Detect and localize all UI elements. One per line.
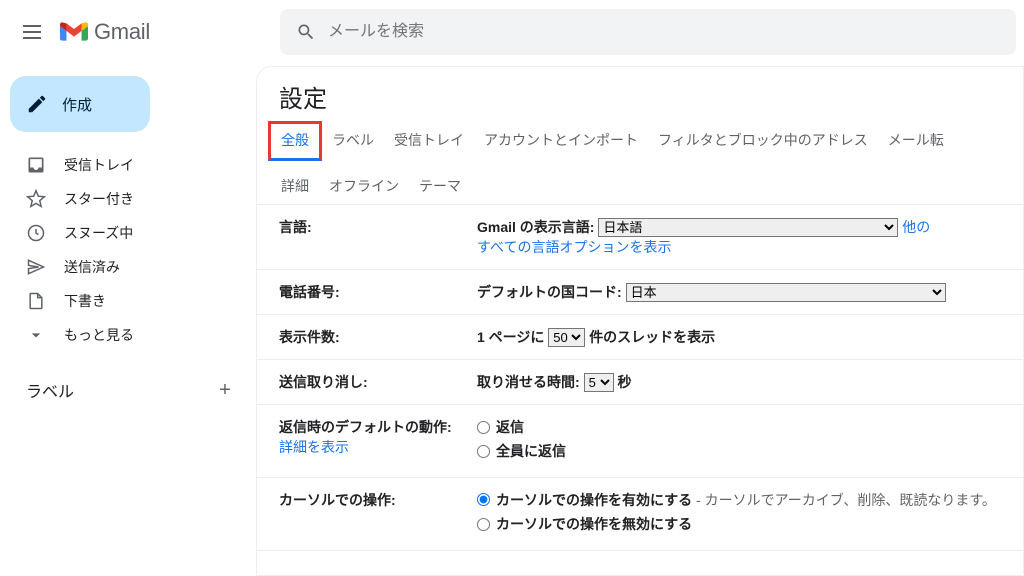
- hover-disable-radio[interactable]: [477, 518, 490, 531]
- search-icon: [296, 22, 316, 42]
- setting-label: 電話番号:: [257, 270, 467, 315]
- clock-icon: [26, 223, 46, 243]
- sidebar-item-more[interactable]: もっと見る: [0, 318, 256, 352]
- sidebar-item-drafts[interactable]: 下書き: [0, 284, 256, 318]
- tab-labels[interactable]: ラベル: [322, 124, 384, 158]
- sidebar-item-label: 受信トレイ: [64, 155, 134, 175]
- hover-option-label: カーソルでの操作を無効にする: [496, 514, 692, 534]
- page-size-select[interactable]: 50: [548, 328, 585, 347]
- file-icon: [26, 291, 46, 311]
- chevron-down-icon: [26, 325, 46, 345]
- tab-accounts[interactable]: アカウントとインポート: [474, 124, 648, 158]
- search-bar[interactable]: [280, 9, 1016, 55]
- sidebar-item-inbox[interactable]: 受信トレイ: [0, 148, 256, 182]
- search-button[interactable]: [286, 12, 326, 52]
- tab-forwarding[interactable]: メール転: [878, 124, 954, 158]
- sidebar-item-label: もっと見る: [64, 325, 134, 345]
- plus-icon: +: [219, 379, 231, 401]
- other-language-link[interactable]: 他の: [902, 219, 930, 235]
- default-country-code-label: デフォルトの国コード:: [477, 284, 622, 300]
- compose-button[interactable]: 作成: [10, 76, 150, 132]
- add-label-button[interactable]: +: [212, 377, 238, 403]
- app-name: Gmail: [94, 19, 150, 45]
- reply-option-label: 全員に返信: [496, 441, 566, 461]
- setting-row-undo: 送信取り消し: 取り消せる時間: 5 秒: [257, 360, 1023, 405]
- default-country-code-select[interactable]: 日本: [626, 283, 946, 302]
- setting-row-phone: 電話番号: デフォルトの国コード: 日本: [257, 270, 1023, 315]
- app-header: Gmail: [0, 0, 1024, 64]
- main-menu-button[interactable]: [8, 8, 56, 56]
- reply-radio[interactable]: [477, 421, 490, 434]
- sidebar-item-label: 下書き: [64, 291, 106, 311]
- pencil-icon: [26, 93, 48, 115]
- reply-all-radio[interactable]: [477, 445, 490, 458]
- sidebar: 作成 受信トレイ スター付き スヌーズ中 送信済み: [0, 64, 256, 576]
- sidebar-item-label: スヌーズ中: [64, 223, 133, 243]
- settings-panel: 設定 全般 ラベル 受信トレイ アカウントとインポート フィルタとブロック中のア…: [256, 66, 1024, 576]
- undo-time-select[interactable]: 5: [584, 373, 614, 392]
- tab-advanced[interactable]: 詳細: [271, 170, 319, 204]
- hover-option-label: カーソルでの操作を有効にする: [496, 492, 692, 508]
- hover-enable-radio[interactable]: [477, 493, 490, 506]
- setting-label: カーソルでの操作:: [257, 478, 467, 551]
- search-input[interactable]: [326, 22, 1010, 42]
- page-size-suffix: 件のスレッドを表示: [589, 329, 715, 345]
- undo-suffix: 秒: [617, 374, 631, 390]
- compose-label: 作成: [62, 94, 92, 115]
- app-logo[interactable]: Gmail: [60, 19, 250, 45]
- setting-row-language: 言語: Gmail の表示言語: 日本語 他の すべての言語オプションを表示: [257, 205, 1023, 270]
- display-language-label: Gmail の表示言語:: [477, 219, 594, 235]
- tab-inbox[interactable]: 受信トレイ: [384, 124, 474, 158]
- reply-option-label: 返信: [496, 417, 524, 437]
- setting-label: 言語:: [257, 205, 467, 270]
- show-all-languages-link[interactable]: すべての言語オプションを表示: [477, 239, 671, 255]
- setting-row-hover: カーソルでの操作: カーソルでの操作を有効にする - カーソルでアーカイブ、削除…: [257, 478, 1023, 551]
- setting-label: 表示件数:: [257, 315, 467, 360]
- settings-title: 設定: [257, 79, 1023, 124]
- sidebar-item-starred[interactable]: スター付き: [0, 182, 256, 216]
- settings-table: 言語: Gmail の表示言語: 日本語 他の すべての言語オプションを表示 電…: [257, 205, 1023, 551]
- sidebar-item-sent[interactable]: 送信済み: [0, 250, 256, 284]
- settings-tabs: 全般 ラベル 受信トレイ アカウントとインポート フィルタとブロック中のアドレス…: [257, 124, 1023, 205]
- hamburger-icon: [23, 25, 41, 39]
- setting-row-reply: 返信時のデフォルトの動作: 詳細を表示 返信 全員に返信: [257, 405, 1023, 478]
- setting-label: 返信時のデフォルトの動作:: [279, 419, 452, 435]
- reply-detail-link[interactable]: 詳細を表示: [279, 439, 349, 455]
- gmail-icon: [60, 21, 88, 43]
- sidebar-item-label: スター付き: [64, 189, 134, 209]
- hover-option-hint: - カーソルでアーカイブ、削除、既読なります。: [692, 492, 996, 508]
- sidebar-item-snoozed[interactable]: スヌーズ中: [0, 216, 256, 250]
- tab-themes[interactable]: テーマ: [409, 170, 471, 204]
- inbox-icon: [26, 155, 46, 175]
- tab-offline[interactable]: オフライン: [319, 170, 409, 204]
- undo-prefix: 取り消せる時間:: [477, 374, 580, 390]
- send-icon: [26, 257, 46, 277]
- display-language-select[interactable]: 日本語: [598, 218, 898, 237]
- setting-row-page-size: 表示件数: 1 ページに 50 件のスレッドを表示: [257, 315, 1023, 360]
- labels-section-header: ラベル +: [0, 372, 256, 408]
- star-icon: [26, 189, 46, 209]
- sidebar-item-label: 送信済み: [64, 257, 120, 277]
- tab-general[interactable]: 全般: [268, 121, 322, 161]
- page-size-prefix: 1 ページに: [477, 329, 544, 345]
- setting-label: 送信取り消し:: [257, 360, 467, 405]
- labels-title: ラベル: [26, 378, 74, 402]
- tab-filters[interactable]: フィルタとブロック中のアドレス: [648, 124, 878, 158]
